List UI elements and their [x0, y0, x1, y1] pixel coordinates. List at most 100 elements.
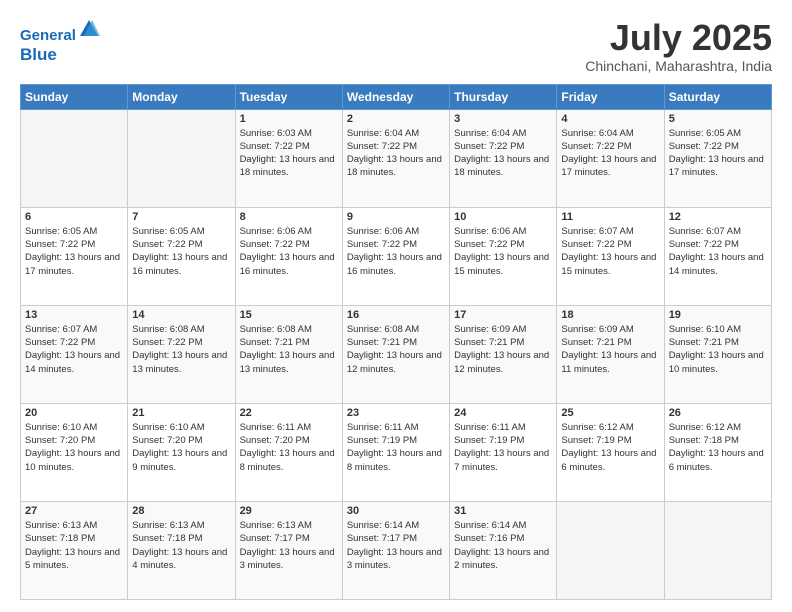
calendar-cell — [664, 501, 771, 599]
calendar-cell: 8Sunrise: 6:06 AMSunset: 7:22 PMDaylight… — [235, 207, 342, 305]
col-header-wednesday: Wednesday — [342, 84, 449, 109]
calendar-cell: 31 Sunrise: 6:14 AMSunset: 7:16 PMDayligh… — [450, 501, 557, 599]
calendar-cell: 2 Sunrise: 6:04 AMSunset: 7:22 PMDaylight… — [342, 109, 449, 207]
col-header-tuesday: Tuesday — [235, 84, 342, 109]
calendar-cell: 9 Sunrise: 6:06 AMSunset: 7:22 PMDaylight… — [342, 207, 449, 305]
day-info: Sunrise: 6:05 AMSunset: 7:22 PMDaylight:… — [669, 127, 767, 180]
day-number: 16 — [347, 309, 445, 321]
calendar-cell: 5 Sunrise: 6:05 AMSunset: 7:22 PMDaylight… — [664, 109, 771, 207]
day-info: Sunrise: 6:09 AMSunset: 7:21 PMDaylight:… — [561, 323, 659, 376]
day-info: Sunrise: 6:07 AMSunset: 7:22 PMDaylight:… — [561, 225, 659, 278]
calendar-cell — [128, 109, 235, 207]
day-number: 31 — [454, 505, 552, 517]
day-info: Sunrise: 6:10 AMSunset: 7:20 PMDaylight:… — [132, 421, 230, 474]
day-number: 26 — [669, 407, 767, 419]
day-info: Sunrise: 6:12 AMSunset: 7:19 PMDaylight:… — [561, 421, 659, 474]
day-info: Sunrise: 6:13 AMSunset: 7:18 PMDaylight:… — [132, 519, 230, 572]
day-info: Sunrise: 6:07 AMSunset: 7:22 PMDaylight:… — [25, 323, 123, 376]
day-number: 9 — [347, 211, 445, 223]
calendar-cell: 11 Sunrise: 6:07 AMSunset: 7:22 PMDayligh… — [557, 207, 664, 305]
day-number: 1 — [240, 113, 338, 125]
day-info: Sunrise: 6:04 AMSunset: 7:22 PMDaylight:… — [561, 127, 659, 180]
day-info: Sunrise: 6:05 AMSunset: 7:22 PMDaylight:… — [25, 225, 123, 278]
col-header-saturday: Saturday — [664, 84, 771, 109]
calendar-cell: 13 Sunrise: 6:07 AMSunset: 7:22 PMDayligh… — [21, 305, 128, 403]
calendar-cell: 21 Sunrise: 6:10 AMSunset: 7:20 PMDayligh… — [128, 403, 235, 501]
day-info: Sunrise: 6:11 AMSunset: 7:20 PMDaylight:… — [240, 421, 338, 474]
calendar-cell: 22 Sunrise: 6:11 AMSunset: 7:20 PMDayligh… — [235, 403, 342, 501]
day-info: Sunrise: 6:07 AMSunset: 7:22 PMDaylight:… — [669, 225, 767, 278]
day-number: 13 — [25, 309, 123, 321]
day-number: 25 — [561, 407, 659, 419]
day-number: 20 — [25, 407, 123, 419]
calendar-cell: 4 Sunrise: 6:04 AMSunset: 7:22 PMDaylight… — [557, 109, 664, 207]
day-info: Sunrise: 6:06 AMSunset: 7:22 PMDaylight:… — [240, 225, 338, 278]
calendar-cell: 19 Sunrise: 6:10 AMSunset: 7:21 PMDayligh… — [664, 305, 771, 403]
day-number: 7 — [132, 211, 230, 223]
day-info: Sunrise: 6:08 AMSunset: 7:21 PMDaylight:… — [347, 323, 445, 376]
day-number: 4 — [561, 113, 659, 125]
day-info: Sunrise: 6:14 AMSunset: 7:17 PMDaylight:… — [347, 519, 445, 572]
day-number: 15 — [240, 309, 338, 321]
calendar-cell: 10Sunrise: 6:06 AMSunset: 7:22 PMDayligh… — [450, 207, 557, 305]
day-number: 22 — [240, 407, 338, 419]
col-header-thursday: Thursday — [450, 84, 557, 109]
calendar-cell: 7 Sunrise: 6:05 AMSunset: 7:22 PMDaylight… — [128, 207, 235, 305]
calendar-cell: 3Sunrise: 6:04 AMSunset: 7:22 PMDaylight… — [450, 109, 557, 207]
day-number: 6 — [25, 211, 123, 223]
calendar-cell: 25 Sunrise: 6:12 AMSunset: 7:19 PMDayligh… — [557, 403, 664, 501]
calendar-cell: 1 Sunrise: 6:03 AMSunset: 7:22 PMDaylight… — [235, 109, 342, 207]
day-number: 18 — [561, 309, 659, 321]
calendar-cell: 6 Sunrise: 6:05 AMSunset: 7:22 PMDaylight… — [21, 207, 128, 305]
calendar-cell: 30 Sunrise: 6:14 AMSunset: 7:17 PMDayligh… — [342, 501, 449, 599]
day-number: 5 — [669, 113, 767, 125]
day-number: 3 — [454, 113, 552, 125]
day-number: 28 — [132, 505, 230, 517]
week-row-1: 1 Sunrise: 6:03 AMSunset: 7:22 PMDaylight… — [21, 109, 772, 207]
day-number: 23 — [347, 407, 445, 419]
day-number: 10 — [454, 211, 552, 223]
day-info: Sunrise: 6:06 AMSunset: 7:22 PMDaylight:… — [347, 225, 445, 278]
day-info: Sunrise: 6:14 AMSunset: 7:16 PMDaylight:… — [454, 519, 552, 572]
calendar-cell: 23Sunrise: 6:11 AMSunset: 7:19 PMDayligh… — [342, 403, 449, 501]
calendar-cell: 28 Sunrise: 6:13 AMSunset: 7:18 PMDayligh… — [128, 501, 235, 599]
day-info: Sunrise: 6:04 AMSunset: 7:22 PMDaylight:… — [347, 127, 445, 180]
calendar-cell: 14 Sunrise: 6:08 AMSunset: 7:22 PMDayligh… — [128, 305, 235, 403]
calendar-cell: 24 Sunrise: 6:11 AMSunset: 7:19 PMDayligh… — [450, 403, 557, 501]
day-number: 11 — [561, 211, 659, 223]
day-info: Sunrise: 6:11 AMSunset: 7:19 PMDaylight:… — [454, 421, 552, 474]
day-number: 14 — [132, 309, 230, 321]
col-header-sunday: Sunday — [21, 84, 128, 109]
day-info: Sunrise: 6:05 AMSunset: 7:22 PMDaylight:… — [132, 225, 230, 278]
day-info: Sunrise: 6:13 AMSunset: 7:18 PMDaylight:… — [25, 519, 123, 572]
title-block: July 2025 Chinchani, Maharashtra, India — [585, 18, 772, 74]
day-number: 21 — [132, 407, 230, 419]
day-number: 17 — [454, 309, 552, 321]
day-info: Sunrise: 6:03 AMSunset: 7:22 PMDaylight:… — [240, 127, 338, 180]
logo-icon — [78, 18, 100, 40]
week-row-2: 6 Sunrise: 6:05 AMSunset: 7:22 PMDaylight… — [21, 207, 772, 305]
day-info: Sunrise: 6:08 AMSunset: 7:22 PMDaylight:… — [132, 323, 230, 376]
day-info: Sunrise: 6:08 AMSunset: 7:21 PMDaylight:… — [240, 323, 338, 376]
day-number: 24 — [454, 407, 552, 419]
day-number: 12 — [669, 211, 767, 223]
location: Chinchani, Maharashtra, India — [585, 58, 772, 74]
month-title: July 2025 — [585, 18, 772, 58]
day-number: 19 — [669, 309, 767, 321]
page: General Blue July 2025 Chinchani, Mahara… — [0, 0, 792, 612]
calendar-cell — [557, 501, 664, 599]
calendar-cell — [21, 109, 128, 207]
day-info: Sunrise: 6:09 AMSunset: 7:21 PMDaylight:… — [454, 323, 552, 376]
day-number: 27 — [25, 505, 123, 517]
calendar-cell: 16 Sunrise: 6:08 AMSunset: 7:21 PMDayligh… — [342, 305, 449, 403]
day-number: 30 — [347, 505, 445, 517]
day-number: 2 — [347, 113, 445, 125]
col-header-friday: Friday — [557, 84, 664, 109]
days-header-row: SundayMondayTuesdayWednesdayThursdayFrid… — [21, 84, 772, 109]
calendar-cell: 29Sunrise: 6:13 AMSunset: 7:17 PMDayligh… — [235, 501, 342, 599]
logo: General Blue — [20, 18, 100, 65]
day-info: Sunrise: 6:10 AMSunset: 7:20 PMDaylight:… — [25, 421, 123, 474]
day-info: Sunrise: 6:10 AMSunset: 7:21 PMDaylight:… — [669, 323, 767, 376]
calendar-cell: 26Sunrise: 6:12 AMSunset: 7:18 PMDayligh… — [664, 403, 771, 501]
calendar-cell: 18 Sunrise: 6:09 AMSunset: 7:21 PMDayligh… — [557, 305, 664, 403]
